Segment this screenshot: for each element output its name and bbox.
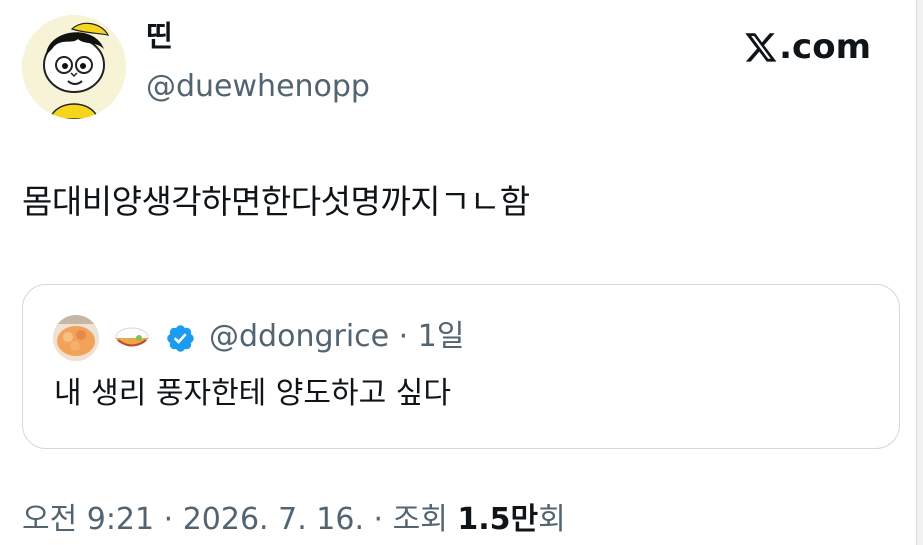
display-name[interactable]: 띤 bbox=[146, 22, 173, 51]
tweet-text: 몸대비양생각하면한다섯명까지ㄱㄴ함 bbox=[22, 182, 530, 221]
food-photo-avatar-icon bbox=[53, 315, 99, 361]
tweet-meta: 오전 9:21 · 2026. 7. 16. · 조회 1.5만회 bbox=[22, 505, 566, 535]
right-edge-band bbox=[917, 0, 923, 545]
view-count: 1.5만 bbox=[457, 502, 539, 537]
x-com-domain: .com bbox=[779, 27, 871, 67]
cartoon-avatar-icon bbox=[22, 15, 126, 119]
user-handle[interactable]: @duewhenopp bbox=[146, 72, 370, 102]
rice-bowl-emoji-icon bbox=[115, 327, 149, 347]
view-count-suffix: 회 bbox=[538, 502, 566, 537]
tweet-screenshot: 띤 @duewhenopp .com 몸대비양생각하면한다섯명까지ㄱㄴ함 @dd… bbox=[0, 0, 917, 545]
tweet-timestamp[interactable]: 오전 9:21 · 2026. 7. 16. · 조회 bbox=[22, 502, 457, 537]
x-logo-icon bbox=[745, 33, 777, 62]
x-com-brand: .com bbox=[744, 30, 871, 64]
quoted-handle-line[interactable]: @ddongrice · 1일 bbox=[209, 322, 464, 352]
quoted-user-avatar[interactable] bbox=[53, 315, 99, 361]
quoted-tweet-age: · 1일 bbox=[389, 319, 465, 354]
quoted-tweet-text: 내 생리 풍자한테 양도하고 싶다 bbox=[54, 376, 451, 411]
quoted-tweet-card[interactable]: @ddongrice · 1일 내 생리 풍자한테 양도하고 싶다 bbox=[22, 284, 900, 449]
verified-badge-icon bbox=[167, 325, 194, 352]
user-avatar[interactable] bbox=[22, 15, 126, 119]
quoted-user-handle[interactable]: @ddongrice bbox=[209, 319, 389, 354]
